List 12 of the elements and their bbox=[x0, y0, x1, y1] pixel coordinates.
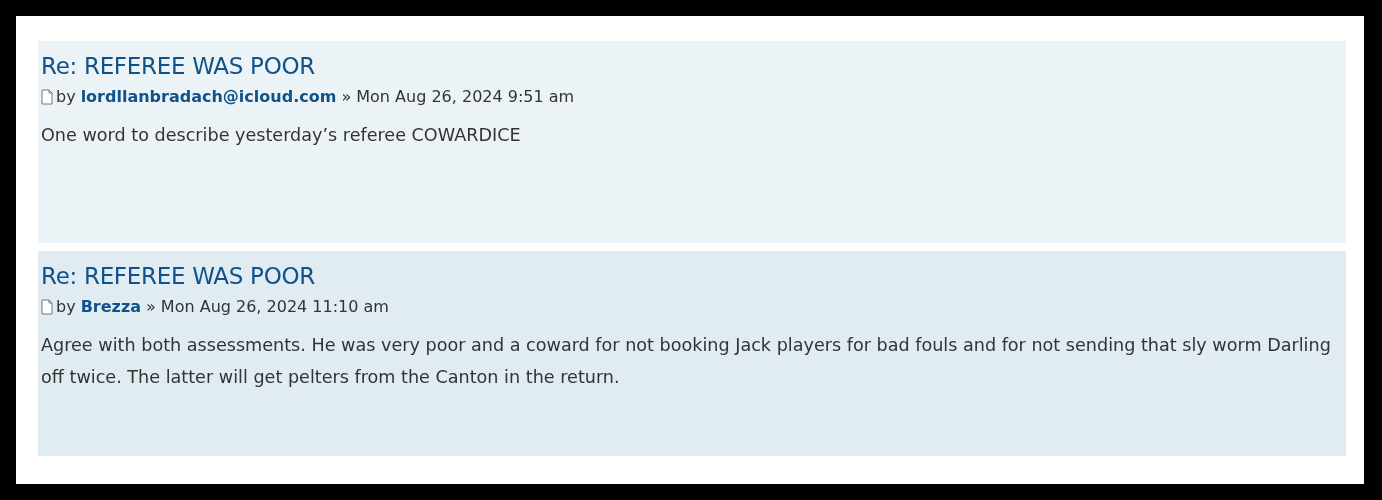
post-date: » Mon Aug 26, 2024 11:10 am bbox=[146, 296, 389, 318]
by-label: by bbox=[56, 296, 76, 318]
post-date: » Mon Aug 26, 2024 9:51 am bbox=[341, 86, 575, 108]
post-title[interactable]: Re: REFEREE WAS POOR bbox=[41, 259, 1342, 293]
post-title[interactable]: Re: REFEREE WAS POOR bbox=[41, 49, 1342, 83]
author-link[interactable]: Brezza bbox=[80, 296, 141, 318]
document-icon[interactable] bbox=[41, 89, 53, 105]
document-icon[interactable] bbox=[41, 299, 53, 315]
author-link[interactable]: lordllanbradach@icloud.com bbox=[80, 86, 337, 108]
by-label: by bbox=[56, 86, 76, 108]
post-text: Agree with both assessments. He was very poor and a coward for not booking Jack players for bad fouls and for not sending that sly worm Darling off twice. The latter will get pelters from the Canton in the return. bbox=[41, 334, 1332, 389]
post-text: One word to describe yesterday’s referee COWARDICE bbox=[41, 124, 522, 147]
